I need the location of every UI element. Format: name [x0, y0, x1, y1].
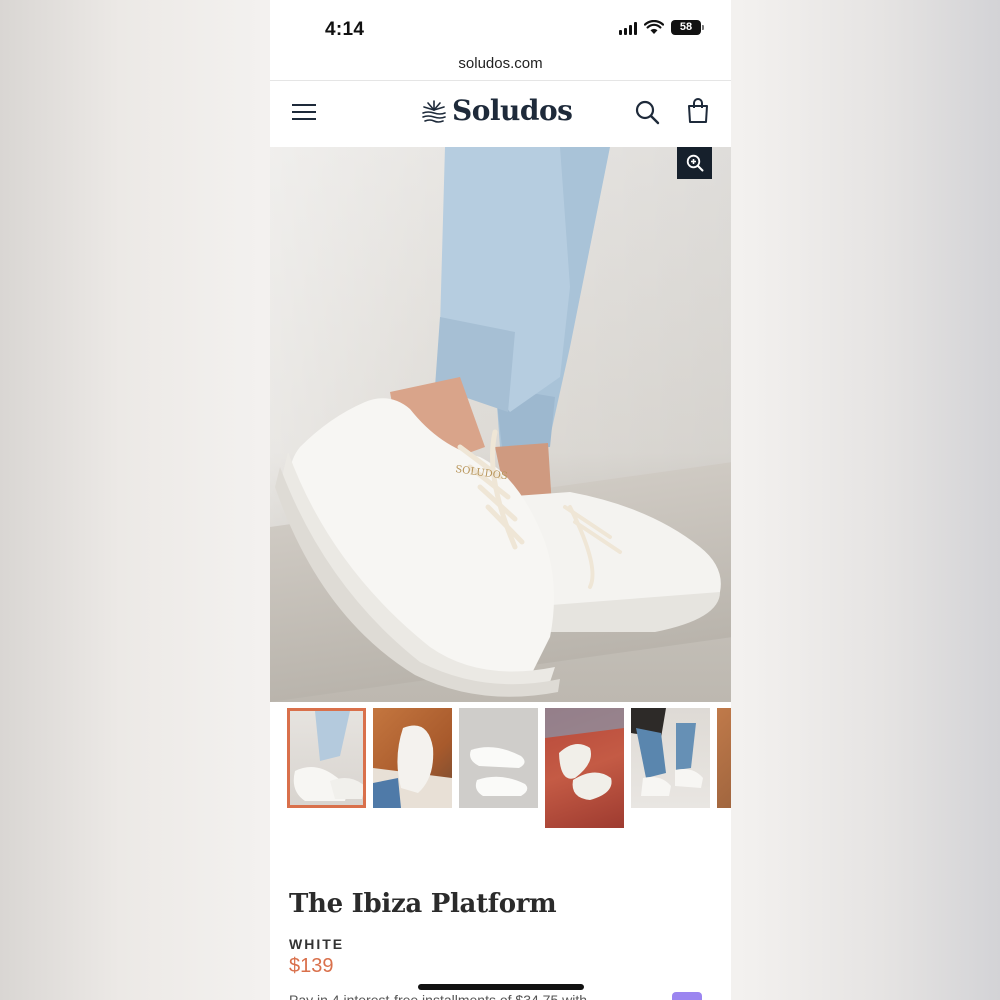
- installment-text: Pay in 4 interest-free installments of $…: [289, 992, 588, 1000]
- brand-logo[interactable]: Soludos: [420, 94, 573, 127]
- site-header: Soludos: [270, 81, 731, 147]
- sneaker-illustration: SOLUDOS: [275, 147, 721, 697]
- sun-logo-icon: [422, 99, 446, 123]
- zoom-in-icon: [686, 154, 703, 172]
- product-title: The Ibiza Platform: [289, 889, 557, 919]
- status-time: 4:14: [325, 19, 365, 40]
- product-hero-image[interactable]: SOLUDOS: [270, 147, 731, 702]
- signal-icon: [619, 21, 637, 35]
- shopping-bag-icon[interactable]: [686, 98, 710, 124]
- home-indicator[interactable]: [418, 984, 584, 990]
- thumbnail-1[interactable]: [287, 708, 366, 808]
- thumbnail-strip: [287, 708, 731, 828]
- phone-screen: 4:14 58 soludos.com Soludos SOLUDOS The …: [270, 0, 731, 1000]
- thumbnail-4[interactable]: [545, 708, 624, 828]
- product-color: WHITE: [289, 936, 345, 952]
- wifi-icon: [644, 20, 664, 34]
- product-price: $139: [289, 955, 334, 977]
- thumbnail-6[interactable]: [717, 708, 731, 808]
- thumbnail-2[interactable]: [373, 708, 452, 808]
- logo-text: Soludos: [452, 94, 573, 127]
- thumbnail-5[interactable]: [631, 708, 710, 808]
- status-bar: 4:14 58: [270, 0, 731, 48]
- battery-icon: 58: [671, 20, 704, 35]
- status-icons: 58: [619, 20, 704, 35]
- thumbnail-3[interactable]: [459, 708, 538, 808]
- afterpay-logo-icon[interactable]: [672, 992, 702, 1000]
- browser-url[interactable]: soludos.com: [270, 55, 731, 72]
- zoom-button[interactable]: [677, 147, 712, 179]
- search-icon[interactable]: [634, 99, 660, 125]
- menu-icon[interactable]: [292, 101, 316, 123]
